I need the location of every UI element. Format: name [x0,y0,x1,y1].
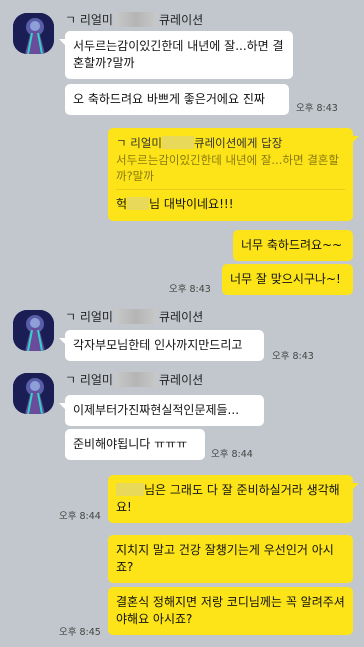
redacted-block [161,136,194,149]
message-bubble[interactable]: 준비해야됩니다 ㅠㅠㅠ [65,429,205,460]
timestamp: 오후 8:44 [211,449,253,460]
timestamp: 오후 8:43 [296,103,338,114]
message-bubble[interactable]: 너무 축하드려요~~ [233,230,353,261]
timestamp: 오후 8:44 [59,511,101,522]
message-bubble[interactable]: 오 축하드려요 바쁘게 좋은거에요 진짜 [65,84,289,115]
message-bubble[interactable]: 지치지 말고 건강 잘챙기는게 우선인거 아시죠? [108,535,353,583]
message-bubble[interactable]: 님은 그래도 다 잘 준비하실거라 생각해요! [108,475,359,523]
avatar[interactable] [13,373,54,414]
redacted-block [114,372,157,387]
sender-name: ㄱ 리얼미 큐레이션 [65,309,204,324]
reply-quote: 서두르는감이있긴한데 내년에 잘...하면 결혼할까?말까 [116,153,339,183]
avatar[interactable] [13,13,54,54]
timestamp: 오후 8:43 [272,351,314,362]
reply-header: ㄱ 리얼미 큐레이션에게 답장 [116,136,283,150]
reply-text: 헉님 대박이네요!!! [116,197,234,211]
message-bubble[interactable]: 너무 잘 맞으시구나~! [222,264,353,295]
message-bubble[interactable]: 결혼식 정해지면 저랑 코디님께는 꼭 알려주셔야해요 아시죠? [108,587,353,635]
redacted-block [116,483,144,496]
sender-name: ㄱ 리얼미 큐레이션 [65,372,204,387]
avatar[interactable] [13,310,54,351]
timestamp: 오후 8:43 [169,284,211,295]
sender-name: ㄱ 리얼미 큐레이션 [65,12,204,27]
message-bubble[interactable]: 각자부모님한테 인사까지만드리고 [59,330,264,361]
redacted-block [114,309,157,324]
message-bubble[interactable]: 이제부터가진짜현실적인문제들... [59,395,264,426]
redacted-block [127,197,150,210]
reply-message-bubble[interactable]: ㄱ 리얼미 큐레이션에게 답장 서두르는감이있긴한데 내년에 잘...하면 결혼할… [108,128,359,221]
message-bubble[interactable]: 서두르는감이있긴한데 내년에 잘...하면 결혼할까?말까 [59,31,293,79]
timestamp: 오후 8:45 [59,627,101,638]
redacted-block [114,12,157,27]
divider [116,189,345,190]
